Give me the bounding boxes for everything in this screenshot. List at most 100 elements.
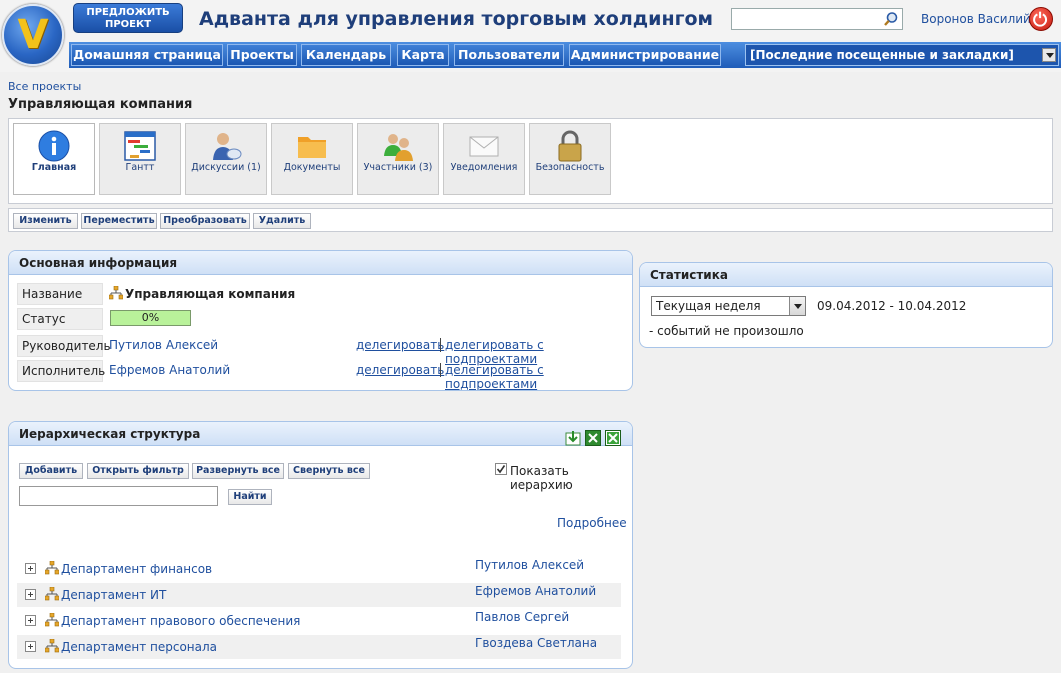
add-button[interactable]: Добавить xyxy=(19,463,83,479)
executor-link[interactable]: Ефремов Анатолий xyxy=(109,363,230,377)
status-progress-bar: 0% xyxy=(110,310,191,326)
recent-bookmarks-dropdown[interactable]: [Последние посещенные и закладки] xyxy=(745,44,1059,66)
project-tree-icon xyxy=(109,286,123,300)
tree-item-owner-link[interactable]: Гвоздева Светлана xyxy=(475,636,597,650)
excel-icon[interactable] xyxy=(605,430,621,446)
more-link[interactable]: Подробнее xyxy=(557,516,627,530)
folder-icon xyxy=(298,137,326,158)
nav-projects[interactable]: Проекты xyxy=(227,44,297,66)
name-value: Управляющая компания xyxy=(109,286,295,301)
tree-row: Департамент персонала Гвоздева Светлана xyxy=(17,635,621,659)
open-filter-button[interactable]: Открыть фильтр xyxy=(87,463,189,479)
checkmark-icon xyxy=(496,465,506,474)
tab-label: Дискуссии (1) xyxy=(191,162,261,173)
panel-title: Иерархическая структура xyxy=(9,422,632,446)
delegate-link[interactable]: делегировать xyxy=(356,363,444,377)
tree-item-owner-link[interactable]: Ефремов Анатолий xyxy=(475,584,596,598)
tab-gantt[interactable]: Гантт xyxy=(99,123,181,195)
tree-item-name: Департамент правового обеспечения xyxy=(61,614,301,628)
tab-documents[interactable]: Документы xyxy=(271,123,353,195)
nav-calendar[interactable]: Календарь xyxy=(301,44,391,66)
no-events-text: - событий не произошло xyxy=(649,324,804,338)
tree-row: Департамент ИТ Ефремов Анатолий xyxy=(17,583,621,607)
user-name-link[interactable]: Воронов Василий xyxy=(921,12,1031,26)
excel-export-icon[interactable] xyxy=(585,430,601,446)
tree-item-owner-link[interactable]: Путилов Алексей xyxy=(475,558,584,572)
hierarchy-search-input[interactable] xyxy=(19,486,218,506)
show-hierarchy-checkbox[interactable] xyxy=(495,463,507,475)
chevron-down-icon[interactable] xyxy=(789,297,805,315)
separator xyxy=(440,363,441,377)
hierarchy-panel: Иерархическая структура Добавить Открыть… xyxy=(8,421,633,669)
status-row: Статус 0% xyxy=(17,308,621,330)
app-logo[interactable]: V xyxy=(2,4,64,66)
project-tree-icon xyxy=(45,561,59,575)
date-range: 09.04.2012 - 10.04.2012 xyxy=(817,299,967,313)
search-input[interactable] xyxy=(731,8,903,30)
move-button[interactable]: Переместить xyxy=(81,213,157,229)
name-text: Управляющая компания xyxy=(125,287,296,301)
statistics-panel: Статистика Текущая неделя 09.04.2012 - 1… xyxy=(639,262,1053,348)
main-nav: Домашняя страница Проекты Календарь Карт… xyxy=(69,42,1061,68)
delegate-subprojects-link[interactable]: делегировать с подпроектами xyxy=(445,363,621,390)
manager-row: Руководитель Путилов Алексей делегироват… xyxy=(17,335,621,366)
suggest-project-button[interactable]: ПРЕДЛОЖИТЬ ПРОЕКТ xyxy=(73,3,183,33)
nav-map[interactable]: Карта xyxy=(397,44,449,66)
tab-participants[interactable]: Участники (3) xyxy=(357,123,439,195)
name-row: Название Управляющая компания xyxy=(17,283,621,305)
discussion-icon xyxy=(213,133,242,160)
separator xyxy=(440,338,441,352)
tree-item-owner-link[interactable]: Павлов Сергей xyxy=(475,610,569,624)
info-icon xyxy=(38,130,70,162)
expand-all-button[interactable]: Развернуть все xyxy=(192,463,284,479)
period-selected-value: Текущая неделя xyxy=(656,299,761,313)
tab-label: Безопасность xyxy=(535,162,605,173)
project-tree-icon xyxy=(45,613,59,627)
panel-title: Статистика xyxy=(640,263,1052,287)
period-select[interactable]: Текущая неделя xyxy=(651,296,806,316)
manager-link[interactable]: Путилов Алексей xyxy=(109,338,218,352)
delete-button[interactable]: Удалить xyxy=(253,213,311,229)
logout-power-icon[interactable] xyxy=(1029,7,1053,31)
name-label: Название xyxy=(17,283,103,305)
panel-title: Основная информация xyxy=(9,251,632,275)
convert-button[interactable]: Преобразовать xyxy=(160,213,250,229)
tree-item-name: Департамент ИТ xyxy=(61,588,167,602)
nav-home[interactable]: Домашняя страница xyxy=(71,44,223,66)
tree-item-link[interactable]: Департамент правового обеспечения xyxy=(45,613,300,628)
users-icon xyxy=(384,134,413,161)
tab-main[interactable]: Главная xyxy=(13,123,95,195)
chevron-down-icon[interactable] xyxy=(1042,48,1056,62)
envelope-icon xyxy=(469,136,499,157)
manager-label: Руководитель xyxy=(17,335,111,357)
project-tabs: Главная Гантт Дискуссии (1) Документы Уч… xyxy=(8,118,1053,204)
executor-row: Исполнитель Ефремов Анатолий делегироват… xyxy=(17,360,621,390)
find-button[interactable]: Найти xyxy=(228,489,272,505)
search-icon[interactable] xyxy=(883,11,899,27)
tab-discussions[interactable]: Дискуссии (1) xyxy=(185,123,267,195)
import-icon[interactable] xyxy=(565,430,581,446)
expand-plus-icon[interactable] xyxy=(25,563,36,574)
tree-item-link[interactable]: Департамент финансов xyxy=(45,561,212,576)
tab-security[interactable]: Безопасность xyxy=(529,123,611,195)
tree-item-link[interactable]: Департамент персонала xyxy=(45,639,217,654)
nav-administration[interactable]: Администрирование xyxy=(569,44,721,66)
delegate-link[interactable]: делегировать xyxy=(356,338,444,352)
executor-label: Исполнитель xyxy=(17,360,105,382)
tree-row: Департамент финансов Путилов Алексей xyxy=(17,557,621,581)
show-hierarchy-label: Показать иерархию xyxy=(510,464,573,492)
project-tree-icon xyxy=(45,587,59,601)
expand-plus-icon[interactable] xyxy=(25,641,36,652)
tree-item-link[interactable]: Департамент ИТ xyxy=(45,587,166,602)
collapse-all-button[interactable]: Свернуть все xyxy=(288,463,370,479)
app-title: Адванта для управления торговым холдинго… xyxy=(199,8,714,30)
nav-users[interactable]: Пользователи xyxy=(454,44,564,66)
edit-button[interactable]: Изменить xyxy=(13,213,78,229)
status-label: Статус xyxy=(17,308,103,330)
recent-bookmarks-label: [Последние посещенные и закладки] xyxy=(750,48,1014,62)
tab-notifications[interactable]: Уведомления xyxy=(443,123,525,195)
expand-plus-icon[interactable] xyxy=(25,589,36,600)
expand-plus-icon[interactable] xyxy=(25,615,36,626)
tab-label: Гантт xyxy=(125,162,155,173)
breadcrumb-all-projects[interactable]: Все проекты xyxy=(8,80,81,93)
